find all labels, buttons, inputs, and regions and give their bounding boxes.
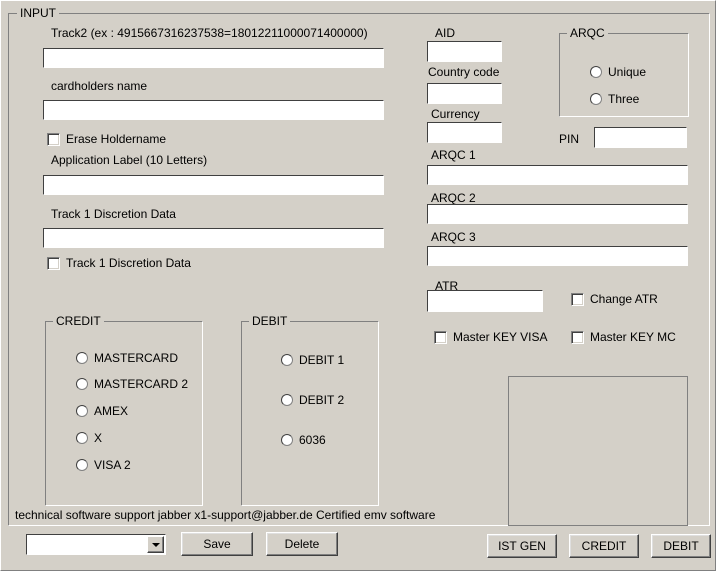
checkbox-box [571,292,584,306]
arqc-option-label: Unique [608,65,647,79]
pin-label: PIN [559,132,580,146]
checkbox-box [571,330,584,344]
change-atr-label: Change ATR [590,292,658,306]
master-key-mc-label: Master KEY MC [590,330,676,344]
debit-groupbox: DEBIT [241,315,379,506]
credit-option-x[interactable]: X [76,431,102,445]
debit-option-debit-2[interactable]: DEBIT 2 [281,393,344,407]
arqc-option-unique[interactable]: Unique [590,65,646,79]
credit-option-label: X [94,431,103,445]
debit-groupbox-title: DEBIT [249,315,291,328]
save-button[interactable]: Save [181,532,253,556]
debit-option-label: DEBIT 2 [299,393,345,407]
credit-option-label: VISA 2 [94,458,131,472]
radio-button [76,378,88,390]
arqc1-input[interactable] [427,165,688,185]
arqc2-input[interactable] [427,204,688,224]
credit-option-label: AMEX [94,404,129,418]
currency-label: Currency [431,107,480,121]
cardholders-name-label: cardholders name [51,79,148,93]
arqc2-label: ARQC 2 [431,191,476,205]
checkbox-box [47,132,60,146]
profile-select-value [27,535,147,554]
track2-label: Track2 (ex : 4915667316237538=1801221100… [51,26,368,40]
change-atr-checkbox[interactable]: Change ATR [571,292,658,306]
debit-option-label: DEBIT 1 [299,353,345,367]
radio-button [590,93,602,105]
radio-button [281,394,293,406]
atr-input[interactable] [427,290,543,312]
checkbox-box [434,330,447,344]
country-code-input[interactable] [427,83,502,104]
radio-button [281,354,293,366]
credit-option-visa-2[interactable]: VISA 2 [76,458,131,472]
credit-option-amex[interactable]: AMEX [76,404,128,418]
credit-option-label: MASTERCARD 2 [94,377,189,391]
master-key-visa-checkbox[interactable]: Master KEY VISA [434,330,547,344]
support-text: technical software support jabber x1-sup… [15,508,436,522]
ist-gen-button[interactable]: IST GEN [487,534,557,558]
delete-button[interactable]: Delete [266,532,338,556]
track1-discretion-data-checkbox-label: Track 1 Discretion Data [66,256,191,270]
track1-discretion-data-input[interactable] [43,228,384,248]
radio-button [76,352,88,364]
application-label-input[interactable] [43,175,384,195]
arqc3-input[interactable] [427,246,688,266]
aid-input[interactable] [427,41,502,62]
credit-option-mastercard-2[interactable]: MASTERCARD 2 [76,377,188,391]
erase-holdername-checkbox[interactable]: Erase Holdername [47,132,166,146]
radio-button [76,459,88,471]
debit-button[interactable]: DEBIT [651,534,711,558]
credit-option-label: MASTERCARD [94,351,179,365]
arqc-option-label: Three [608,92,640,106]
track1-discretion-data-label: Track 1 Discretion Data [51,207,176,221]
erase-holdername-label: Erase Holdername [66,132,167,146]
checkbox-box [47,256,60,270]
application-window: INPUT Track2 (ex : 4915667316237538=1801… [0,0,716,571]
currency-input[interactable] [427,122,502,143]
credit-option-mastercard[interactable]: MASTERCARD [76,351,178,365]
pin-input[interactable] [594,127,687,148]
cardholders-name-input[interactable] [43,100,384,120]
input-groupbox-title: INPUT [17,7,59,20]
arqc3-label: ARQC 3 [431,230,476,244]
radio-button [590,66,602,78]
master-key-visa-label: Master KEY VISA [453,330,548,344]
aid-label: AID [435,26,456,40]
master-key-mc-checkbox[interactable]: Master KEY MC [571,330,676,344]
chevron-down-icon[interactable] [147,536,164,553]
arqc1-label: ARQC 1 [431,148,476,162]
output-display-panel [508,376,688,526]
country-code-label: Country code [428,65,500,79]
track1-discretion-data-checkbox[interactable]: Track 1 Discretion Data [47,256,191,270]
credit-groupbox-title: CREDIT [53,315,104,328]
debit-option-debit-1[interactable]: DEBIT 1 [281,353,344,367]
track2-input[interactable] [43,48,384,68]
profile-select[interactable] [26,534,166,555]
arqc-option-three[interactable]: Three [590,92,639,106]
arqc-groupbox-title: ARQC [567,27,608,40]
debit-option-label: 6036 [299,433,326,447]
radio-button [76,405,88,417]
debit-option-6036[interactable]: 6036 [281,433,326,447]
radio-button [281,434,293,446]
application-label-label: Application Label (10 Letters) [51,153,208,167]
radio-button [76,432,88,444]
credit-button[interactable]: CREDIT [569,534,639,558]
